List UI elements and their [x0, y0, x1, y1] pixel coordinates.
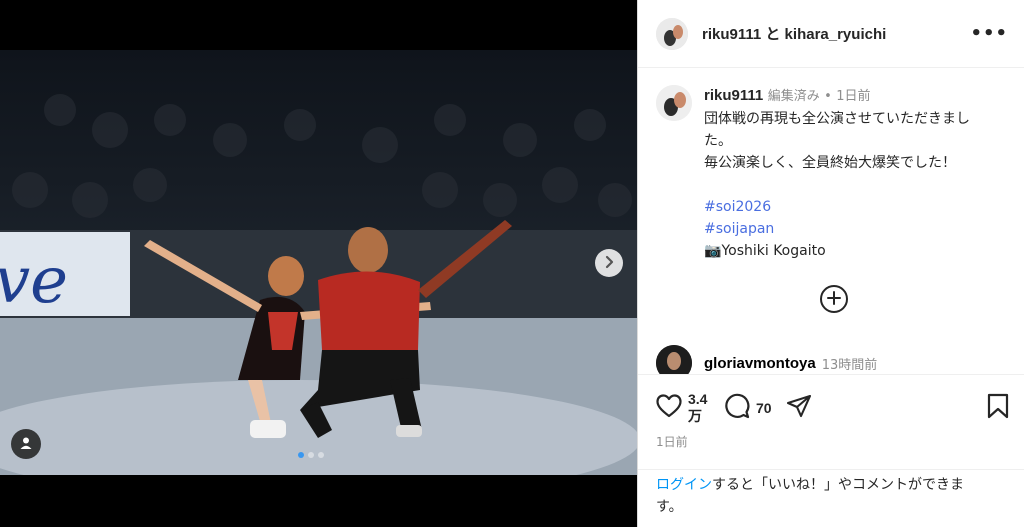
comment-time: 13時間前 [821, 357, 878, 373]
tagged-users-button[interactable] [11, 429, 41, 459]
meta-separator: • [824, 89, 832, 104]
caption-username[interactable]: riku9111 [704, 87, 763, 104]
carousel-dot [308, 452, 314, 458]
hashtag-link[interactable]: #soi2026 [704, 199, 771, 215]
post-date[interactable]: 1日前 [656, 433, 1009, 450]
carousel-dot [318, 452, 324, 458]
login-prompt-text: すると「いいね！」やコメントができま [712, 477, 964, 493]
caption-line: 毎公演楽しく、全員終始大爆笑でした！ [704, 155, 956, 171]
caption-line: 団体戦の再現も全公演させていただきまし [704, 111, 970, 127]
carousel-indicator [298, 452, 324, 458]
save-button[interactable] [987, 393, 1009, 423]
banner-text: ve [0, 244, 68, 318]
camera-icon: 📷 [704, 243, 722, 259]
load-more-comments-button[interactable] [820, 285, 848, 313]
post-details-panel: riku9111 と kihara_ryuichi ••• riku9111 編… [637, 0, 1024, 527]
likes-count: 3.4 万 [688, 391, 710, 425]
post-actions: 3.4 万 70 1日前 [638, 374, 1024, 469]
login-prompt-text: す。 [656, 499, 683, 515]
caption-line: た。 [704, 133, 732, 149]
login-prompt: ログインすると「いいね！」やコメントができま す。 [638, 469, 1024, 527]
comment-icon [724, 393, 750, 423]
comment-button[interactable]: 70 [724, 393, 772, 423]
commenter-username[interactable]: gloriavmontoya [704, 355, 816, 372]
more-options-icon[interactable]: ••• [970, 23, 1008, 44]
heart-icon [656, 394, 682, 422]
carousel-dot [298, 452, 304, 458]
caption-time[interactable]: 1日前 [836, 89, 870, 104]
post-header: riku9111 と kihara_ryuichi ••• [638, 0, 1024, 68]
carousel-next-button[interactable] [595, 249, 623, 277]
hashtag-link[interactable]: #soijapan [704, 221, 774, 237]
post-authors[interactable]: riku9111 と kihara_ryuichi [702, 23, 970, 44]
share-icon [786, 394, 812, 422]
caption-avatar[interactable] [656, 85, 692, 121]
photo-credit: Yoshiki Kogaito [721, 243, 826, 259]
share-button[interactable] [786, 394, 812, 422]
comment-item: gloriavmontoya 13時間前 [656, 345, 877, 374]
commenter-avatar[interactable] [656, 345, 692, 374]
like-button[interactable]: 3.4 万 [656, 391, 710, 425]
comments-section: riku9111 編集済み • 1日前 団体戦の再現も全公演させていただきまし … [638, 69, 1024, 374]
post-photo[interactable]: ve [0, 50, 637, 475]
likes-count-value: 3.4 [688, 391, 708, 407]
author-avatar[interactable] [656, 17, 688, 50]
likes-count-unit: 万 [688, 408, 702, 424]
user-icon [19, 435, 33, 454]
chevron-right-icon [602, 254, 616, 273]
post-media: ve [0, 0, 637, 527]
comments-count: 70 [756, 400, 772, 416]
login-link[interactable]: ログイン [656, 477, 712, 493]
edited-label: 編集済み [767, 89, 820, 104]
bookmark-icon [987, 393, 1009, 423]
plus-icon [827, 290, 841, 309]
post-caption: riku9111 編集済み • 1日前 団体戦の再現も全公演させていただきまし … [638, 69, 1024, 262]
